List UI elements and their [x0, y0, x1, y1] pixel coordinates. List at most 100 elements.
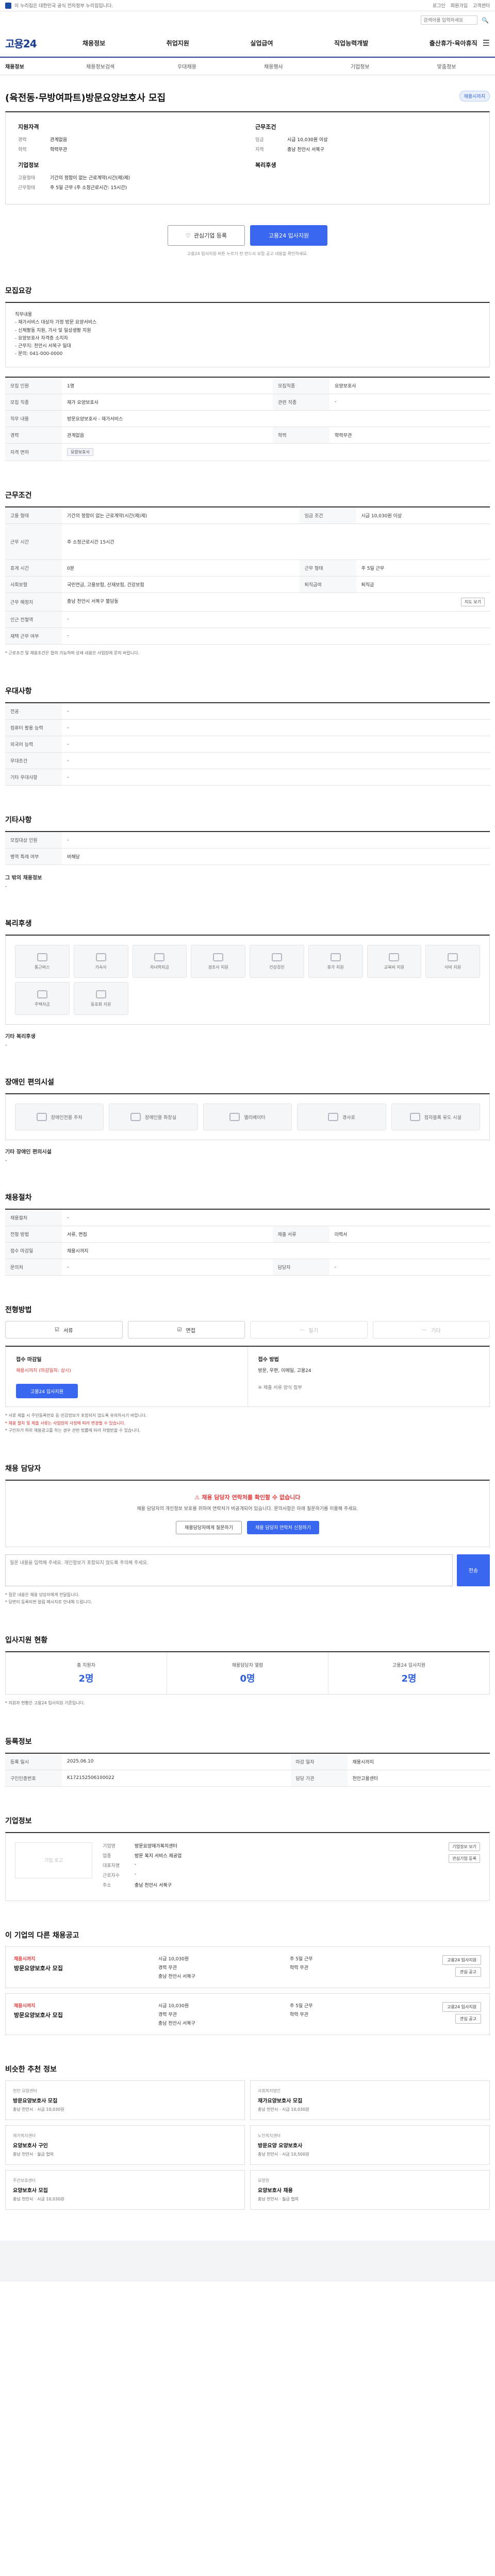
- company-key: 주소: [103, 1883, 111, 1888]
- table-row: 모집 인원 1명 모집직종 요양보호사: [5, 377, 490, 394]
- signup-link[interactable]: 회원가입: [451, 2, 468, 9]
- summary-row: 지역 충남 천안시 서북구: [255, 146, 477, 152]
- summary-row: 고용형태 기간의 정함이 없는 근로계약(시간(제)제): [18, 174, 240, 181]
- table-row: 외국어 능력 -: [5, 736, 490, 753]
- card-action-button[interactable]: 고용24 입사지원: [442, 1955, 481, 1965]
- subnav-item[interactable]: 맞춤정보: [403, 62, 490, 70]
- menu-icon[interactable]: ☰: [483, 38, 490, 48]
- request-contact-button[interactable]: 채용 담당자 연락처 신청하기: [247, 1520, 319, 1534]
- company-info-button[interactable]: 기업정보 보기: [449, 1842, 480, 1851]
- company-interest-button[interactable]: 관심기업 등록: [449, 1854, 480, 1863]
- dash-icon: —: [422, 1327, 427, 1333]
- rec-title[interactable]: 요양보호사 구인: [13, 2141, 237, 2149]
- job-card[interactable]: 채용시까지 방문요양보호사 모집 시급 10,030원 주 5일 근무 경력 무관 학력 …: [5, 1993, 490, 2035]
- subnav-item[interactable]: 기업정보: [317, 62, 403, 70]
- warning-icon: ⚠: [194, 1494, 202, 1501]
- rec-title[interactable]: 방문요양 요양보호사: [258, 2141, 482, 2149]
- recommend-card[interactable]: 노인복지센터 방문요양 요양보호사 충남 천안시 · 시급 10,500원: [250, 2125, 490, 2165]
- section-title: 비슷한 추천 정보: [5, 2065, 57, 2074]
- table-row: 직무 내용 방문요양보호사 - 재가서비스: [5, 410, 490, 427]
- job-card[interactable]: 채용시까지 방문요양보호사 모집 시급 10,030원 주 5일 근무 경력 무관 학력 …: [5, 1946, 490, 1988]
- cell-key: 제출 서류: [272, 1226, 329, 1243]
- rec-title[interactable]: 요양보호사 채용: [258, 2186, 482, 2194]
- method-label: 기타: [431, 1328, 441, 1334]
- receipt-title: 접수 방법: [258, 1357, 279, 1363]
- recommend-card[interactable]: 재가복지센터 요양보호사 구인 충남 천안시 · 월급 협의: [5, 2125, 245, 2165]
- recommend-card[interactable]: 주간보호센터 요양보호사 모집 충남 천안시 · 시급 10,030원: [5, 2170, 245, 2210]
- send-button[interactable]: 전송: [457, 1554, 490, 1586]
- recommend-card[interactable]: 사회복지법인 재가요양보호사 모집 충남 천안시 · 시급 10,030원: [250, 2080, 490, 2120]
- cell-value: 요양보호사: [329, 377, 490, 394]
- stat-item: 총 지원자 2명: [6, 1652, 167, 1694]
- deadline-badge: 채용시까지: [459, 91, 490, 101]
- cell-key: 학력: [273, 427, 330, 444]
- cell-value: 기간의 정함이 없는 근로계약(시간(제)제): [62, 506, 300, 524]
- search-icon[interactable]: 🔍: [482, 17, 489, 24]
- card-title[interactable]: 방문요양보호사 모집: [14, 2011, 148, 2019]
- subnav-item[interactable]: 채용정보: [5, 62, 57, 70]
- qa-section: 채용 담당자 ⚠ 채용 담당자 연락처를 확인할 수 없습니다 채용 담당자의 …: [0, 1463, 495, 1606]
- qa-buttons: 채용담당자에게 질문하기 채용 담당자 연락처 신청하기: [18, 1520, 477, 1534]
- cell-value: -: [62, 1209, 490, 1227]
- rec-title[interactable]: 방문요양보호사 모집: [13, 2096, 237, 2104]
- ask-question-button[interactable]: 채용담당자에게 질문하기: [176, 1520, 242, 1534]
- rec-meta: 충남 천안시 · 월급 협의: [258, 2196, 299, 2201]
- summary-row: 근무형태 주 5일 근무 (주 소정근로시간: 15시간): [18, 184, 240, 191]
- site-logo[interactable]: 고용24: [5, 36, 82, 50]
- welfare-item: 자녀학자금: [132, 945, 187, 978]
- welfare-label: 경조사 지원: [208, 964, 228, 970]
- recommend-card[interactable]: 천안 요양센터 방문요양보호사 모집 충남 천안시 · 시급 10,030원: [5, 2080, 245, 2120]
- cell-key: 접수 마감일: [5, 1242, 62, 1260]
- table-row: 등록 일시 2025.06.10 마감 일자 채용시까지: [5, 1753, 490, 1770]
- conditions-notice: * 근로조건 및 채용조건은 협의 가능하며 상세 내용은 사업장에 문의 바랍…: [5, 650, 140, 655]
- map-button[interactable]: 지도 보기: [461, 597, 485, 606]
- extra-more-value: -: [5, 884, 7, 890]
- card-meta-item: 학력 무관: [290, 1965, 308, 1971]
- card-title[interactable]: 방문요양보호사 모집: [14, 1964, 148, 1972]
- question-textarea[interactable]: [5, 1554, 453, 1586]
- disability-item: 점자블록 유도 시설: [391, 1104, 480, 1131]
- apply-button[interactable]: 고용24 입사지원: [16, 1384, 78, 1399]
- search-strip: 🔍: [0, 11, 495, 29]
- subnav-item[interactable]: 채용행사: [230, 62, 317, 70]
- login-link[interactable]: 로그인: [433, 2, 446, 9]
- table-row: 전공 -: [5, 703, 490, 720]
- gnb-item[interactable]: 채용정보: [82, 39, 105, 47]
- recommend-card[interactable]: 요양원 요양보호사 채용 충남 천안시 · 월급 협의: [250, 2170, 490, 2210]
- table-row: 채용절차 -: [5, 1209, 490, 1227]
- welfare-label: 기숙사: [95, 964, 107, 970]
- subnav-item[interactable]: 우대채용: [144, 62, 230, 70]
- gnb-item[interactable]: 실업급여: [250, 39, 273, 47]
- cell-value: 방문요양보호사 - 재가서비스: [62, 410, 490, 427]
- interest-company-button[interactable]: ♡ 관심기업 등록: [168, 225, 245, 246]
- gnb-item[interactable]: 출산휴가·육아휴직: [430, 39, 477, 47]
- welfare-grid: 통근버스 기숙사 자녀학자금 경조사 지원 건강검진 휴가 지원 교육비 지원 식비 지원 주택…: [5, 935, 490, 1025]
- gnb-item[interactable]: 취업지원: [167, 39, 189, 47]
- cell-value: 시급 10,030원 이상: [356, 506, 490, 524]
- stat-label: 고용24 입사지원: [392, 1663, 425, 1669]
- gnb-item[interactable]: 직업능력개발: [334, 39, 368, 47]
- summary-row: 임금 시급 10,030원 이상: [255, 136, 477, 143]
- summary-row: 학력 학력무관: [18, 146, 240, 152]
- welfare-icon: [37, 990, 47, 998]
- subnav-item[interactable]: 채용정보검색: [57, 62, 144, 70]
- section-title: 복리후생: [5, 920, 32, 928]
- receipt-value: 방문, 우편, 이메일, 고용24: [258, 1368, 311, 1374]
- method-notes: * 서류 제출 시 주민등록번호 등 민감정보가 포함되지 않도록 유의하시기 …: [5, 1412, 490, 1434]
- card-action-button[interactable]: 고용24 입사지원: [442, 2002, 481, 2012]
- card-action-button[interactable]: 관심 공고: [455, 2013, 481, 2024]
- rec-title[interactable]: 요양보호사 모집: [13, 2186, 237, 2194]
- cell-key: 근무 시간: [5, 523, 62, 560]
- rec-title[interactable]: 재가요양보호사 모집: [258, 2096, 482, 2104]
- gov-notice: 이 누리집은 대한민국 공식 전자정부 누리집입니다.: [5, 2, 113, 9]
- accessibility-icon: [229, 1113, 240, 1122]
- cell-key: 병역 특례 여부: [5, 848, 62, 866]
- card-action-button[interactable]: 관심 공고: [455, 1967, 481, 1977]
- card-left: 채용시까지 방문요양보호사 모집: [14, 1955, 148, 1979]
- apply-button[interactable]: 고용24 입사지원: [250, 225, 327, 246]
- section-title: 근무조건: [5, 491, 32, 500]
- card-meta: 시급 10,030원 주 5일 근무 경력 무관 학력 무관 충남 천안시 서북구: [158, 1955, 414, 1979]
- cell-key: 퇴직급여: [299, 576, 356, 593]
- help-link[interactable]: 고객센터: [473, 2, 490, 9]
- search-input[interactable]: [421, 15, 478, 25]
